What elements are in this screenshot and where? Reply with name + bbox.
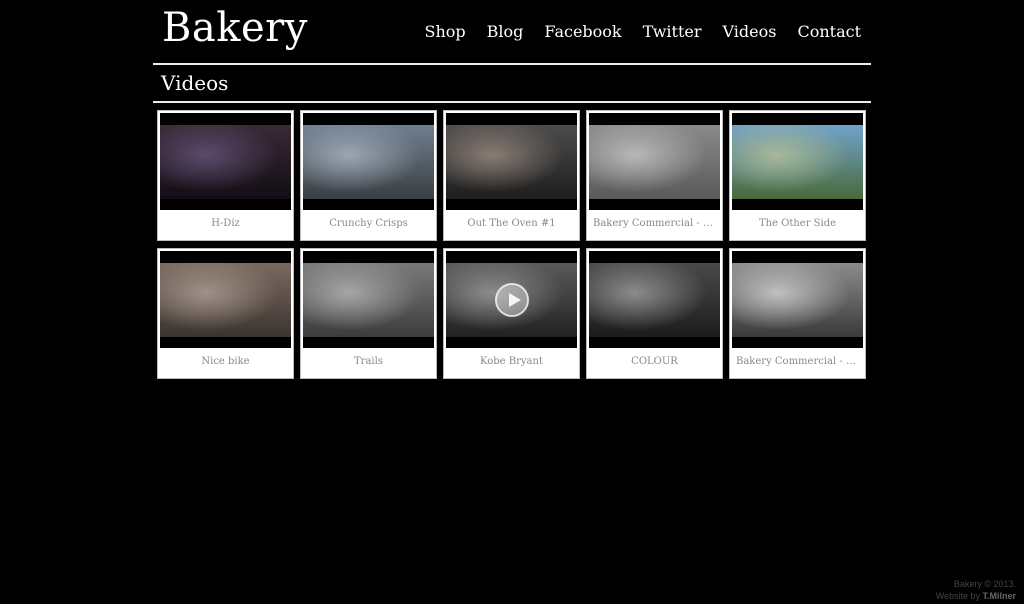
nav-item-videos[interactable]: Videos [723,21,777,43]
video-card[interactable]: Bakery Commercial - Tom ... [729,248,866,379]
video-card[interactable]: COLOUR [586,248,723,379]
play-icon[interactable] [494,282,529,317]
letterbox-bar-top [446,113,577,125]
letterbox-bar-top [303,113,434,125]
letterbox-bar-top [589,113,720,125]
nav-item-contact[interactable]: Contact [797,21,861,43]
video-card[interactable]: H-Diz [157,110,294,241]
video-title[interactable]: COLOUR [589,348,720,376]
video-thumbnail[interactable] [446,113,577,210]
video-thumbnail[interactable] [446,251,577,348]
letterbox-bar-bottom [732,199,863,210]
video-card[interactable]: Crunchy Crisps [300,110,437,241]
video-thumbnail[interactable] [589,251,720,348]
footer-copyright: Bakery © 2013. [953,579,1016,589]
letterbox-bar-bottom [732,337,863,348]
video-title[interactable]: The Other Side [732,210,863,238]
video-thumbnail[interactable] [589,113,720,210]
letterbox-bar-bottom [446,337,577,348]
letterbox-bar-bottom [303,337,434,348]
video-thumbnail[interactable] [160,251,291,348]
letterbox-bar-top [303,251,434,263]
letterbox-bar-bottom [589,337,720,348]
video-card[interactable]: Nice bike [157,248,294,379]
nav-item-facebook[interactable]: Facebook [544,21,621,43]
letterbox-bar-top [446,251,577,263]
letterbox-bar-top [160,113,291,125]
letterbox-bar-top [589,251,720,263]
header-divider-top [153,63,871,65]
video-thumbnail[interactable] [160,113,291,210]
footer-credit-author[interactable]: T.Milner [982,591,1016,601]
header-divider-bottom [153,101,871,103]
video-still [446,125,577,199]
video-title[interactable]: Bakery Commercial - Jame... [589,210,720,238]
letterbox-bar-bottom [446,199,577,210]
video-card[interactable]: Bakery Commercial - Jame... [586,110,723,241]
video-still [303,263,434,337]
video-title[interactable]: Nice bike [160,348,291,376]
footer-credit: Website by T.Milner [936,590,1016,602]
nav-item-shop[interactable]: Shop [425,21,466,43]
letterbox-bar-bottom [589,199,720,210]
video-card[interactable]: The Other Side [729,110,866,241]
letterbox-bar-bottom [303,199,434,210]
video-card[interactable]: Kobe Bryant [443,248,580,379]
video-thumbnail[interactable] [732,251,863,348]
video-card[interactable]: Out The Oven #1 [443,110,580,241]
video-still [732,125,863,199]
video-still [160,263,291,337]
video-title[interactable]: Crunchy Crisps [303,210,434,238]
site-footer: Bakery © 2013. Website by T.Milner [936,578,1016,602]
video-still [160,125,291,199]
video-still [732,263,863,337]
page: Bakery Shop Blog Facebook Twitter Videos… [0,0,1024,604]
video-title[interactable]: Trails [303,348,434,376]
nav-item-twitter[interactable]: Twitter [643,21,702,43]
letterbox-bar-top [732,251,863,263]
video-still [589,263,720,337]
page-title: Videos [161,71,229,95]
video-thumbnail[interactable] [732,113,863,210]
video-grid: H-Diz Crunchy Crisps Out The Oven #1 Bakery… [157,110,866,379]
nav-item-blog[interactable]: Blog [487,21,524,43]
site-logo[interactable]: Bakery [162,4,308,52]
video-thumbnail[interactable] [303,251,434,348]
video-title[interactable]: H-Diz [160,210,291,238]
video-still [303,125,434,199]
video-title[interactable]: Bakery Commercial - Tom ... [732,348,863,376]
video-still [589,125,720,199]
letterbox-bar-bottom [160,337,291,348]
main-nav: Shop Blog Facebook Twitter Videos Contac… [425,21,861,43]
video-title[interactable]: Kobe Bryant [446,348,577,376]
letterbox-bar-bottom [160,199,291,210]
video-title[interactable]: Out The Oven #1 [446,210,577,238]
site-header: Bakery Shop Blog Facebook Twitter Videos… [153,0,871,64]
video-card[interactable]: Trails [300,248,437,379]
letterbox-bar-top [732,113,863,125]
video-thumbnail[interactable] [303,113,434,210]
letterbox-bar-top [160,251,291,263]
footer-credit-prefix: Website by [935,591,980,601]
